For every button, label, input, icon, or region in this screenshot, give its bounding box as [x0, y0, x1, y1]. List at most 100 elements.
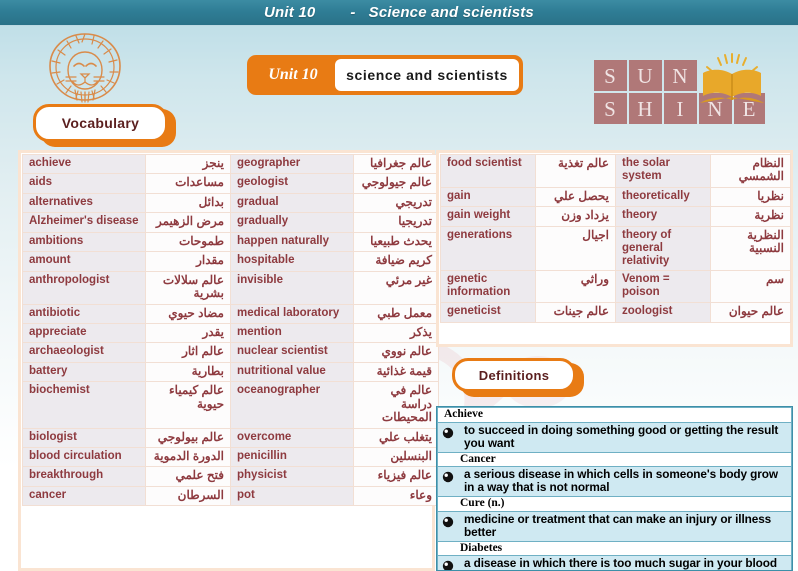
unit-banner: Unit 10 science and scientists — [247, 55, 523, 95]
vocabulary-row: genetic information وراثي Venom = poison سم — [440, 270, 791, 304]
definition-text-row: a serious disease in which cells in some… — [437, 466, 792, 497]
vocab-term-ar: وراثي — [535, 270, 616, 304]
vocab-term-en: generations — [440, 225, 536, 272]
vocabulary-grid-left: achieve ينجز geographer عالم جغرافيا aids مسا… — [22, 153, 439, 507]
vocabulary-row: gain weight يزداد وزن theory نظرية — [440, 206, 791, 227]
definition-text: a disease in which there is too much sug… — [464, 556, 777, 571]
definition-bullet-icon — [442, 424, 456, 444]
definition-term: Cure (n.) — [437, 496, 792, 512]
lion-mascot-icon — [42, 30, 128, 112]
definition-bullet-icon — [442, 513, 456, 533]
definition-term-row: Achieve — [437, 407, 792, 423]
vocab-term-ar: مقدار — [145, 251, 231, 272]
vocab-term-en: pot — [230, 485, 354, 507]
vocab-term-en: aids — [22, 173, 146, 194]
title-bar: Unit 10 - Science and scientists — [0, 0, 798, 26]
vocab-term-en: overcome — [230, 427, 354, 449]
vocabulary-row: cancer السرطان pot وعاء — [22, 485, 439, 507]
badge-plate: Vocabulary — [33, 104, 168, 142]
vocab-term-ar: عالم فيزياء — [353, 466, 439, 487]
vocab-term-en: physicist — [230, 466, 354, 487]
vocab-term-ar: كريم ضيافة — [353, 251, 439, 272]
vocab-term-en: happen naturally — [230, 231, 354, 253]
vocabulary-row: appreciate يقدر mention يذكر — [22, 322, 439, 344]
vocab-term-ar: يتغلب علي — [353, 427, 439, 449]
vocab-term-en: invisible — [230, 270, 354, 305]
vocab-term-en: alternatives — [22, 192, 146, 214]
vocab-term-ar: يقدر — [145, 322, 231, 344]
vocab-term-en: oceanographer — [230, 381, 354, 429]
vocab-term-en: achieve — [22, 153, 146, 175]
vocab-term-en: nutritional value — [230, 361, 354, 383]
vocab-term-en: blood circulation — [22, 446, 146, 468]
svg-text:U: U — [637, 64, 652, 88]
sunshine-logo: S U N S H I N E — [592, 52, 767, 132]
vocabulary-row: aids مساعدات geologist عالم جيولوجي — [22, 173, 439, 194]
unit-title: science and scientists — [335, 59, 519, 91]
vocab-term-en: ambitions — [22, 231, 146, 253]
definition-term-row: Cancer — [437, 451, 792, 468]
vocab-term-ar: بدائل — [145, 192, 231, 214]
vocabulary-row: archaeologist عالم اثار nuclear scientist ع… — [22, 342, 439, 363]
vocab-term-ar: عالم سلالات بشرية — [145, 270, 231, 305]
definition-term: Achieve — [437, 407, 792, 423]
vocab-term-ar: عالم جغرافيا — [353, 153, 439, 175]
vocabulary-row: generations اجيال theory of general relati… — [440, 225, 791, 272]
vocab-term-en: genetic information — [440, 270, 536, 304]
definition-term-row: Cure (n.) — [437, 496, 792, 512]
svg-text:I: I — [677, 97, 684, 121]
definition-term-row: Diabetes — [437, 540, 792, 557]
vocab-term-ar: نظرية — [710, 206, 791, 227]
definition-cell: medicine or treatment that can make an i… — [437, 510, 792, 542]
vocabulary-tab-badge[interactable]: Vocabulary — [33, 104, 176, 147]
vocab-term-en: archaeologist — [22, 342, 146, 363]
vocab-term-ar: مساعدات — [145, 173, 231, 194]
vocab-term-ar: تدريجيا — [353, 212, 439, 233]
vocab-term-ar: عالم جيولوجي — [353, 173, 439, 194]
vocabulary-right-body: food scientist عالم تغذية the solar system… — [440, 154, 791, 323]
vocab-term-en: battery — [22, 361, 146, 383]
definition-cell: a serious disease in which cells in some… — [437, 466, 792, 497]
vocab-term-en: medical laboratory — [230, 303, 354, 324]
vocab-term-en: Venom = poison — [615, 270, 711, 304]
definition-text: a serious disease in which cells in some… — [464, 467, 778, 495]
vocab-term-ar: يذكر — [353, 322, 439, 344]
vocab-term-ar: وعاء — [353, 485, 439, 507]
vocab-term-ar: يزداد وزن — [535, 206, 616, 227]
title-bar-text: Unit 10 - Science and scientists — [264, 4, 534, 21]
vocab-term-en: theory of general relativity — [615, 225, 711, 272]
vocab-term-ar: عالم كيمياء حيوية — [145, 381, 231, 429]
vocabulary-table-left: achieve ينجز geographer عالم جغرافيا aids مسا… — [18, 150, 439, 571]
vocab-term-ar: عالم بيولوجي — [145, 427, 231, 449]
vocab-term-en: gradual — [230, 192, 354, 214]
vocabulary-row: geneticist عالم جينات zoologist عالم حيوان — [440, 302, 791, 323]
vocab-term-ar: يحدث طبيعيا — [353, 231, 439, 253]
vocabulary-left-body: achieve ينجز geographer عالم جغرافيا aids مسا… — [22, 153, 439, 507]
vocab-term-ar: النظام الشمسي — [710, 154, 791, 188]
vocabulary-row: blood circulation الدورة الدموية penicilli… — [22, 446, 439, 468]
vocabulary-row: battery بطارية nutritional value قيمة غذائي… — [22, 361, 439, 383]
vocab-term-en: biologist — [22, 427, 146, 449]
vocabulary-row: gain يحصل علي theoretically نظريا — [440, 186, 791, 208]
vocab-term-ar: مرض الزهيمر — [145, 212, 231, 233]
definition-cell: to succeed in doing something good or ge… — [437, 421, 792, 453]
vocabulary-row: achieve ينجز geographer عالم جغرافيا — [22, 153, 439, 175]
definitions-label: Definitions — [478, 367, 550, 383]
definitions-tab-badge[interactable]: Definitions — [452, 358, 584, 397]
definition-text-row: a disease in which there is too much sug… — [437, 555, 792, 571]
svg-text:H: H — [637, 97, 652, 121]
vocab-term-en: mention — [230, 322, 354, 344]
vocab-term-ar: السرطان — [145, 485, 231, 507]
vocab-term-ar: تدريجي — [353, 192, 439, 214]
vocab-term-ar: يحصل علي — [535, 186, 616, 208]
vocab-term-ar: النظرية النسبية — [710, 225, 791, 272]
vocab-term-en: cancer — [22, 485, 146, 507]
vocab-term-en: hospitable — [230, 251, 354, 272]
vocab-term-ar: سم — [710, 270, 791, 304]
vocab-term-ar: عالم في دراسة المحيطات — [353, 381, 439, 429]
vocab-term-ar: مضاد حيوي — [145, 303, 231, 324]
definition-text: to succeed in doing something good or ge… — [464, 422, 779, 450]
vocab-term-en: gain weight — [440, 206, 536, 227]
vocab-term-ar: عالم نووي — [353, 342, 439, 363]
vocab-term-en: geographer — [230, 153, 354, 175]
